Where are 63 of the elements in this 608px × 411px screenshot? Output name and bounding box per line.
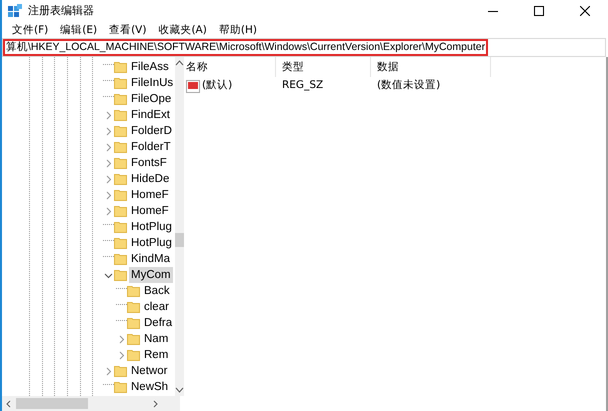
tree-item[interactable]: FolderT: [129, 139, 173, 155]
value-type: REG_SZ: [281, 78, 324, 94]
folder-icon: [114, 237, 127, 249]
tree-item[interactable]: FileAss: [129, 59, 171, 75]
tree-item[interactable]: FolderD: [129, 123, 174, 139]
folder-icon: [114, 269, 127, 281]
folder-icon: [114, 205, 127, 217]
address-field[interactable]: 算机\HKEY_LOCAL_MACHINE\SOFTWARE\Microsoft\Windows\CurrentVersion\Explorer\MyComputer: [2, 38, 606, 57]
tree-item[interactable]: HideDe: [129, 171, 172, 187]
tree-item[interactable]: Back: [142, 283, 172, 299]
tree-item[interactable]: Rem: [142, 347, 170, 363]
tree-item[interactable]: HomeF: [129, 203, 171, 219]
tree-item[interactable]: MyCom: [129, 267, 173, 283]
folder-icon: [127, 285, 140, 297]
menu-item[interactable]: 帮助(H): [212, 22, 263, 38]
menu-item[interactable]: 查看(V): [103, 22, 152, 38]
scroll-thumb[interactable]: [16, 398, 88, 409]
close-icon: [580, 6, 590, 16]
horizontal-scrollbar[interactable]: [2, 396, 176, 411]
folder-icon: [114, 125, 127, 137]
vertical-scrollbar[interactable]: [175, 57, 184, 396]
value-name: (默认): [202, 78, 232, 94]
folder-icon: [114, 173, 127, 185]
tree-item[interactable]: NewSh: [129, 379, 170, 395]
folder-icon: [127, 301, 140, 313]
folder-icon: [114, 189, 127, 201]
tree-item[interactable]: KindMa: [129, 251, 172, 267]
folder-icon: [114, 253, 127, 265]
folder-icon: [114, 157, 127, 169]
value-data: (数值未设置): [376, 78, 442, 94]
tree-item[interactable]: FileInUs: [129, 75, 176, 91]
tree-item[interactable]: FindExt: [129, 107, 172, 123]
scroll-thumb[interactable]: [175, 233, 184, 247]
folder-icon: [114, 221, 127, 233]
tree-item[interactable]: clear: [142, 299, 171, 315]
column-header[interactable]: 名称: [180, 57, 276, 77]
menu-item[interactable]: 编辑(E): [54, 22, 104, 38]
folder-icon: [114, 93, 127, 105]
tree-item[interactable]: Defra: [142, 315, 174, 331]
tree-item[interactable]: FileOpe: [129, 91, 174, 107]
folder-icon: [127, 317, 140, 329]
window-title: 注册表编辑器: [28, 2, 94, 19]
folder-icon: [114, 365, 127, 377]
registry-editor-icon: [8, 4, 22, 18]
maximize-icon: [534, 6, 544, 16]
folder-icon: [114, 141, 127, 153]
tree-item[interactable]: HomeF: [129, 187, 171, 203]
folder-icon: [127, 333, 140, 345]
column-header[interactable]: 类型: [276, 57, 371, 77]
folder-icon: [114, 61, 127, 73]
folder-icon: [114, 381, 127, 393]
tree-item[interactable]: FontsF: [129, 155, 169, 171]
tree-item[interactable]: HotPlug: [129, 219, 174, 235]
tree-item[interactable]: Nam: [142, 331, 170, 347]
tree-item[interactable]: HotPlug: [129, 235, 174, 251]
tree-item[interactable]: Networ: [129, 363, 170, 379]
menu-item[interactable]: 收藏夹(A): [152, 22, 213, 38]
menu-item[interactable]: 文件(F): [6, 22, 54, 38]
string-value-icon: [186, 80, 200, 92]
folder-icon: [114, 109, 127, 121]
folder-icon: [114, 77, 127, 89]
folder-icon: [127, 349, 140, 361]
column-header[interactable]: 数据: [371, 57, 491, 77]
